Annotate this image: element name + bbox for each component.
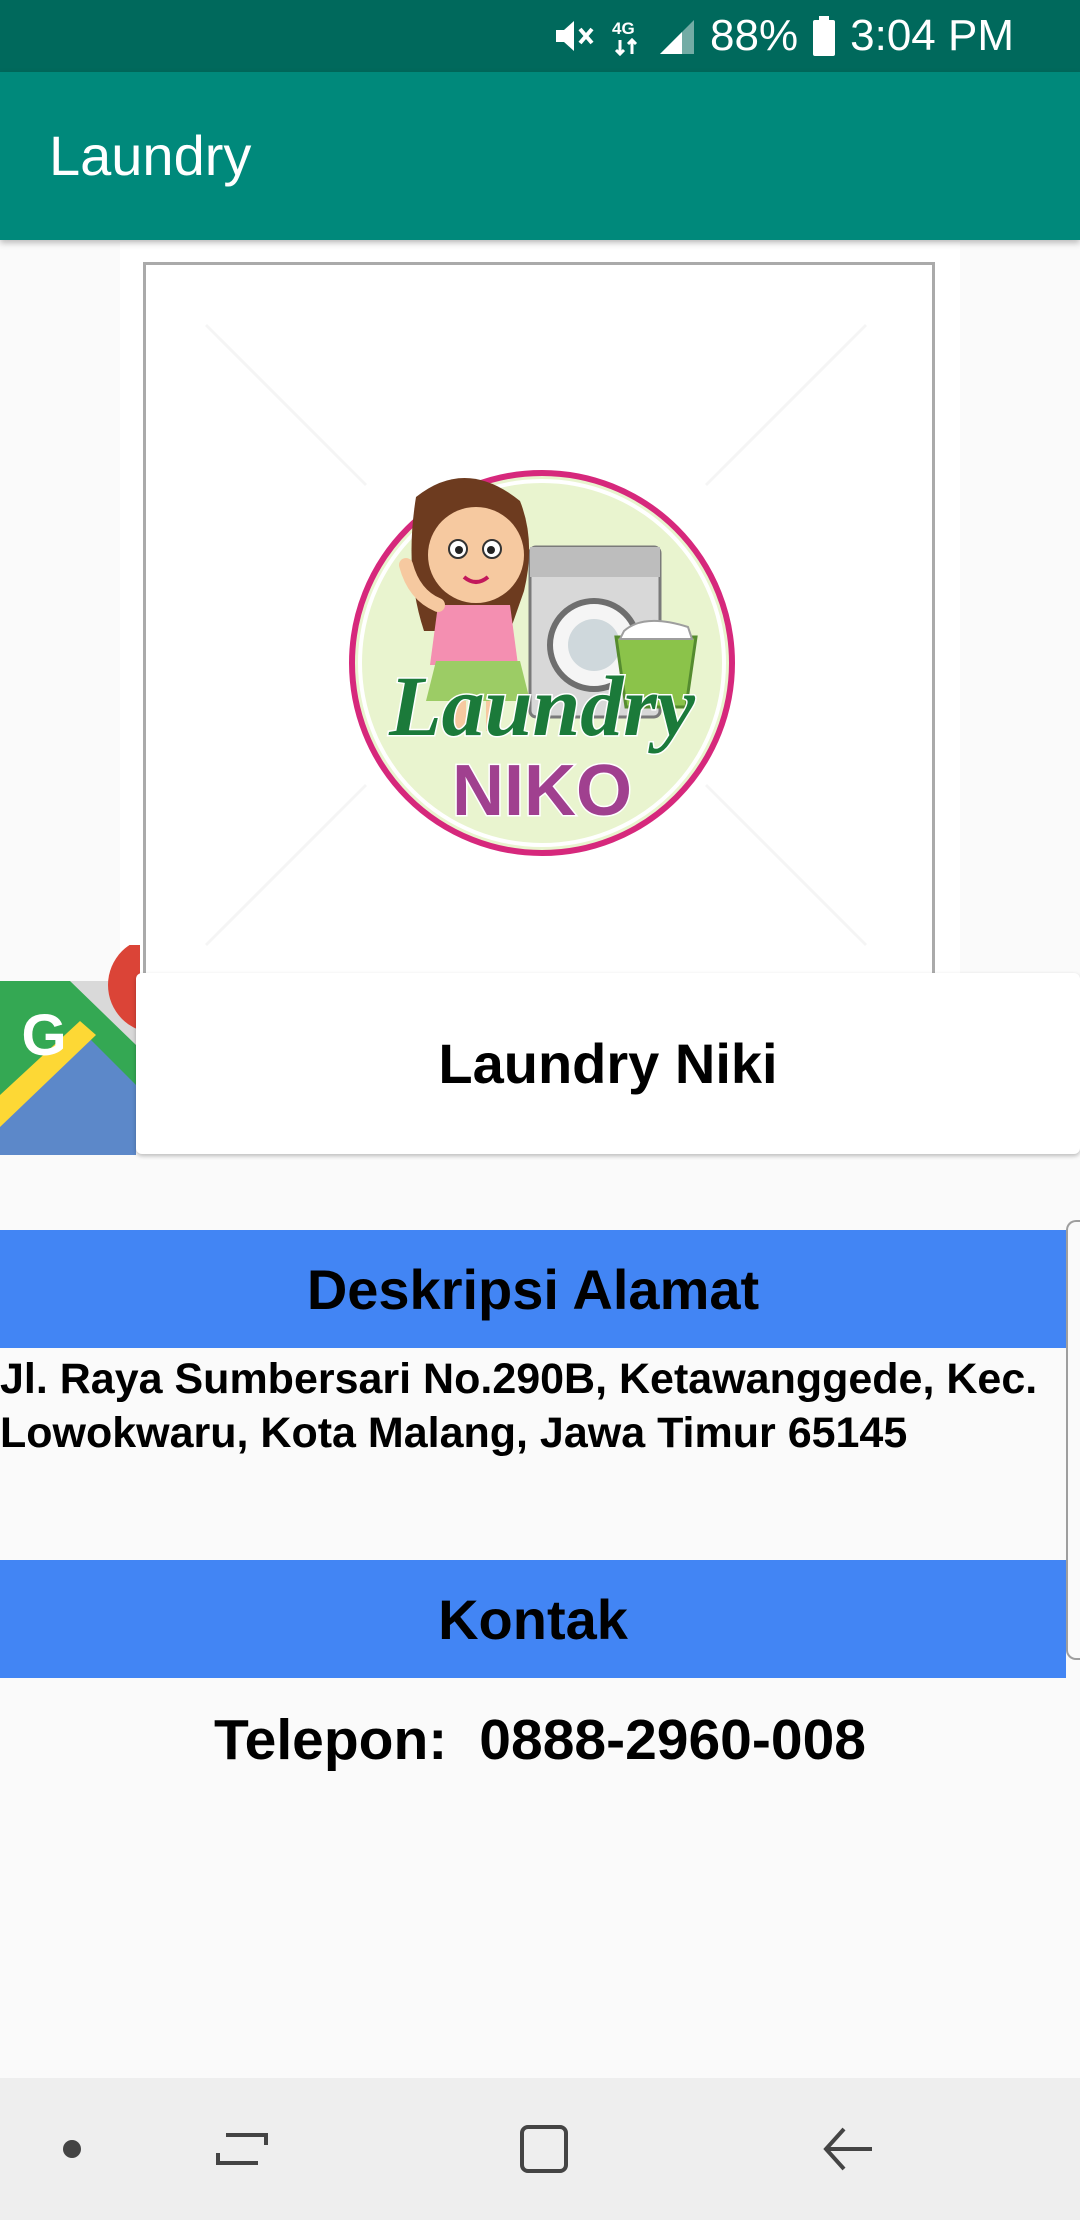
address-header-label: Deskripsi Alamat bbox=[306, 1257, 760, 1321]
logo-text-niko: NIKO bbox=[452, 751, 632, 831]
home-icon[interactable] bbox=[516, 2078, 572, 2220]
svg-text:4G: 4G bbox=[612, 19, 635, 38]
battery-icon bbox=[813, 16, 836, 56]
dot-icon[interactable] bbox=[62, 2078, 82, 2220]
status-bar: 4G 88% 3:04 PM bbox=[0, 0, 1080, 72]
phone-row[interactable]: Telepon: 0888-2960-008 bbox=[0, 1700, 1080, 1780]
status-time: 3:04 PM bbox=[850, 11, 1014, 60]
battery-percent: 88% bbox=[710, 11, 799, 60]
contact-section-header: Kontak bbox=[0, 1560, 1066, 1678]
address-text: Jl. Raya Sumbersari No.290B, Ketawangged… bbox=[0, 1355, 1038, 1457]
phone-number[interactable]: 0888-2960-008 bbox=[479, 1707, 866, 1773]
laundry-name-card: Laundry Niki bbox=[136, 973, 1080, 1154]
address-section-header: Deskripsi Alamat bbox=[0, 1230, 1066, 1348]
contact-header-label: Kontak bbox=[438, 1587, 628, 1651]
laundry-image[interactable]: Laundry NIKO bbox=[143, 262, 935, 992]
app-bar: Laundry bbox=[0, 72, 1080, 240]
navigation-bar bbox=[0, 2078, 1080, 2220]
phone-label: Telepon: bbox=[214, 1708, 448, 1772]
laundry-logo: Laundry NIKO bbox=[204, 323, 868, 947]
google-maps-icon[interactable]: G bbox=[0, 937, 204, 1155]
app-title: Laundry bbox=[49, 124, 252, 187]
logo-text-laundry: Laundry bbox=[388, 658, 696, 754]
scroll-indicator[interactable] bbox=[1066, 1220, 1080, 1660]
laundry-name: Laundry Niki bbox=[438, 1032, 778, 1095]
svg-text:G: G bbox=[21, 1003, 66, 1068]
recent-apps-icon[interactable] bbox=[214, 2078, 270, 2220]
network-4g-icon: 4G bbox=[612, 19, 638, 56]
signal-icon bbox=[660, 20, 695, 54]
back-icon[interactable] bbox=[820, 2078, 876, 2220]
mute-icon bbox=[556, 21, 594, 51]
